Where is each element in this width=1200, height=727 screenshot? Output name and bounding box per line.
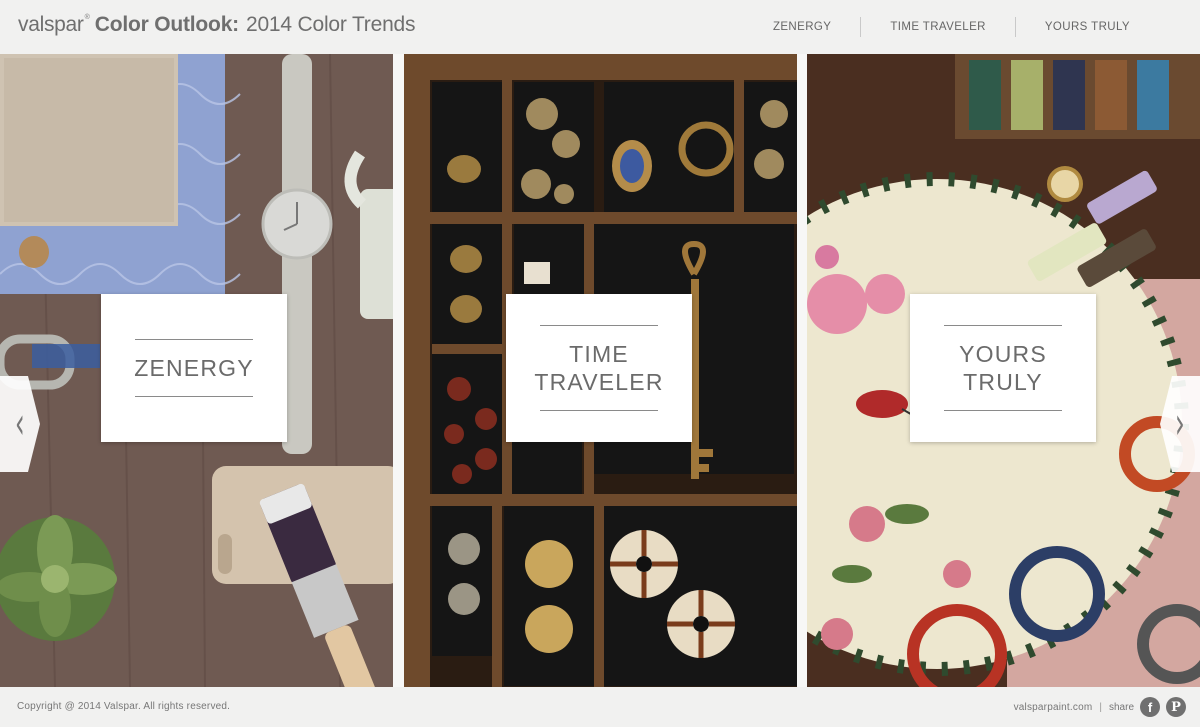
valspar-logo[interactable]: valspar ® Color Outlook: 2014 Color Tren…	[18, 13, 416, 41]
chevron-left-icon: ‹	[15, 398, 25, 449]
panel-time-traveler[interactable]: TIME TRAVELER	[404, 54, 797, 687]
panel-zenergy[interactable]: ZENERGY	[0, 54, 393, 687]
brand-name: valspar	[18, 13, 84, 36]
nav-zenergy[interactable]: ZENERGY	[773, 17, 860, 37]
top-nav: ZENERGY TIME TRAVELER YOURS TRULY	[773, 17, 1160, 37]
card-rule-bottom	[135, 396, 253, 397]
footer-divider: |	[1099, 701, 1102, 713]
zenergy-card[interactable]: ZENERGY	[101, 294, 287, 442]
share-label: share	[1108, 701, 1134, 713]
card-rule-bottom	[540, 410, 658, 411]
page-title-light: 2014 Color Trends	[245, 13, 416, 36]
site-link[interactable]: valsparpaint.com	[1014, 702, 1093, 713]
copyright-text: Copyright @ 2014 Valspar. All rights res…	[17, 701, 231, 712]
zenergy-label: ZENERGY	[134, 355, 254, 381]
card-rule-bottom	[944, 410, 1062, 411]
trend-panels: ZENERGY TIME TRAVELER YOURS TRULY ‹ ›	[0, 54, 1200, 687]
nav-time-traveler[interactable]: TIME TRAVELER	[861, 17, 1015, 37]
footer-links: valsparpaint.com | share f P	[1014, 696, 1186, 718]
chevron-right-icon: ›	[1175, 398, 1185, 449]
registered-mark: ®	[84, 14, 90, 21]
footer: Copyright @ 2014 Valspar. All rights res…	[0, 687, 1200, 727]
yours-truly-label: YOURS TRULY	[959, 341, 1047, 395]
panel-yours-truly[interactable]: YOURS TRULY	[807, 54, 1200, 687]
page-title-bold: Color Outlook:	[94, 13, 239, 36]
pinterest-icon[interactable]: P	[1166, 697, 1186, 717]
nav-yours-truly[interactable]: YOURS TRULY	[1016, 17, 1160, 37]
facebook-icon[interactable]: f	[1140, 697, 1160, 717]
yours-truly-card[interactable]: YOURS TRULY	[910, 294, 1096, 442]
time-traveler-label: TIME TRAVELER	[534, 341, 664, 395]
header: valspar ® Color Outlook: 2014 Color Tren…	[0, 0, 1200, 54]
time-traveler-card[interactable]: TIME TRAVELER	[506, 294, 692, 442]
